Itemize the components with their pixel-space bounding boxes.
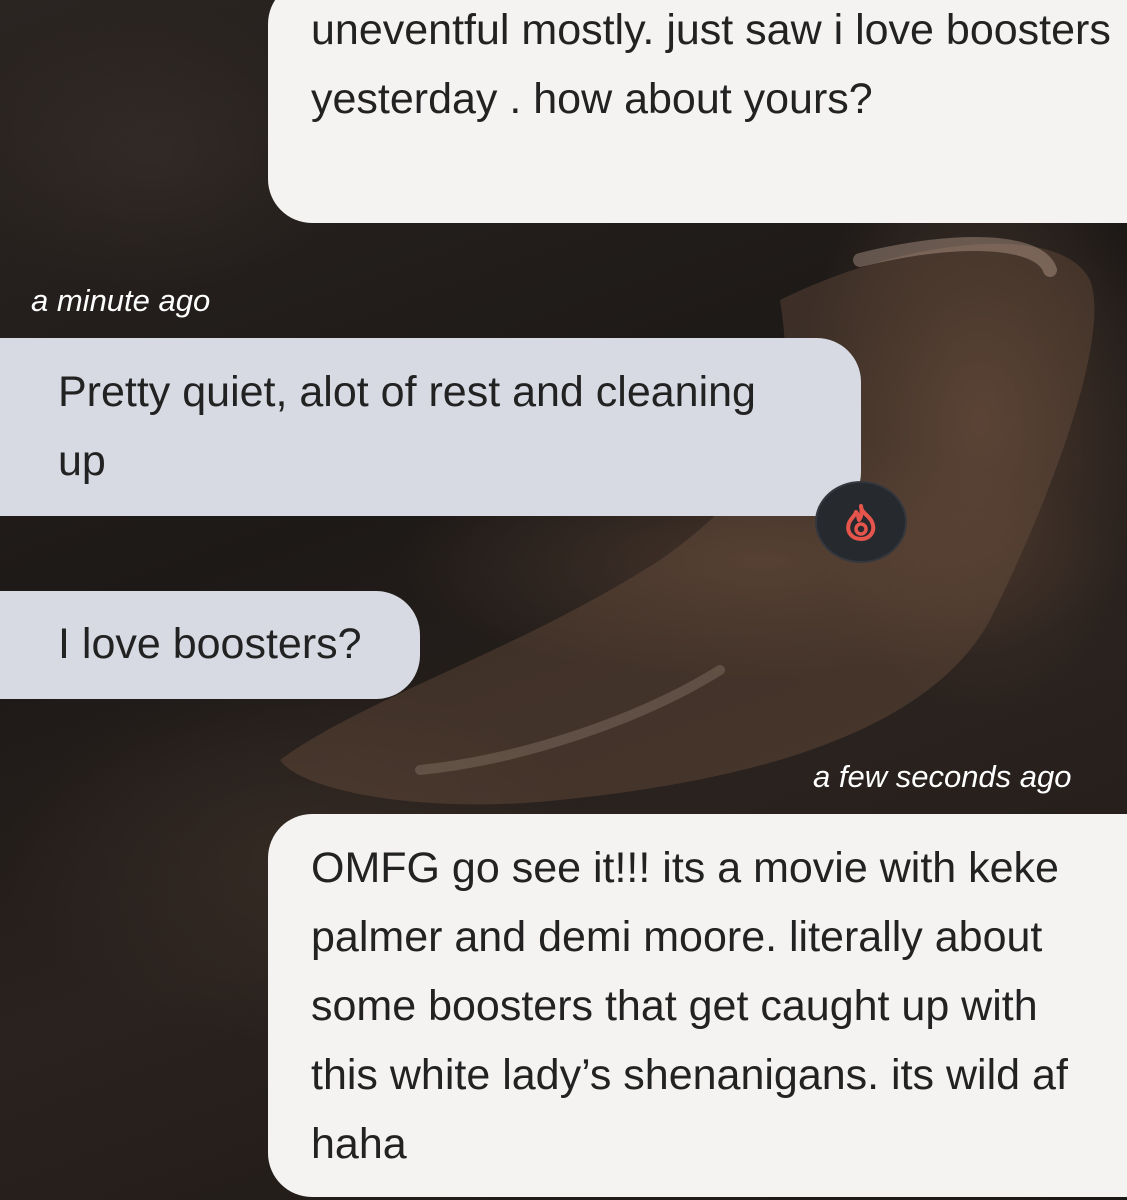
message-text: Pretty quiet, alot of rest and cleaning … (58, 368, 756, 485)
message-bubble-sent[interactable]: OMFG go see it!!! its a movie with keke … (268, 814, 1127, 1197)
message-text: I love boosters? (58, 620, 362, 668)
message-bubble-received[interactable]: I love boosters? (0, 591, 420, 699)
message-timestamp: a few seconds ago (813, 759, 1072, 794)
flame-icon (846, 504, 876, 541)
message-text: OMFG go see it!!! its a movie with keke … (311, 844, 1068, 1168)
message-bubble-received[interactable]: Pretty quiet, alot of rest and cleaning … (0, 338, 861, 516)
reaction-badge[interactable] (817, 483, 905, 561)
message-bubble-sent[interactable]: uneventful mostly. just saw i love boost… (268, 0, 1127, 223)
message-timestamp: a minute ago (31, 283, 211, 318)
message-text: uneventful mostly. just saw i love boost… (311, 6, 1111, 123)
